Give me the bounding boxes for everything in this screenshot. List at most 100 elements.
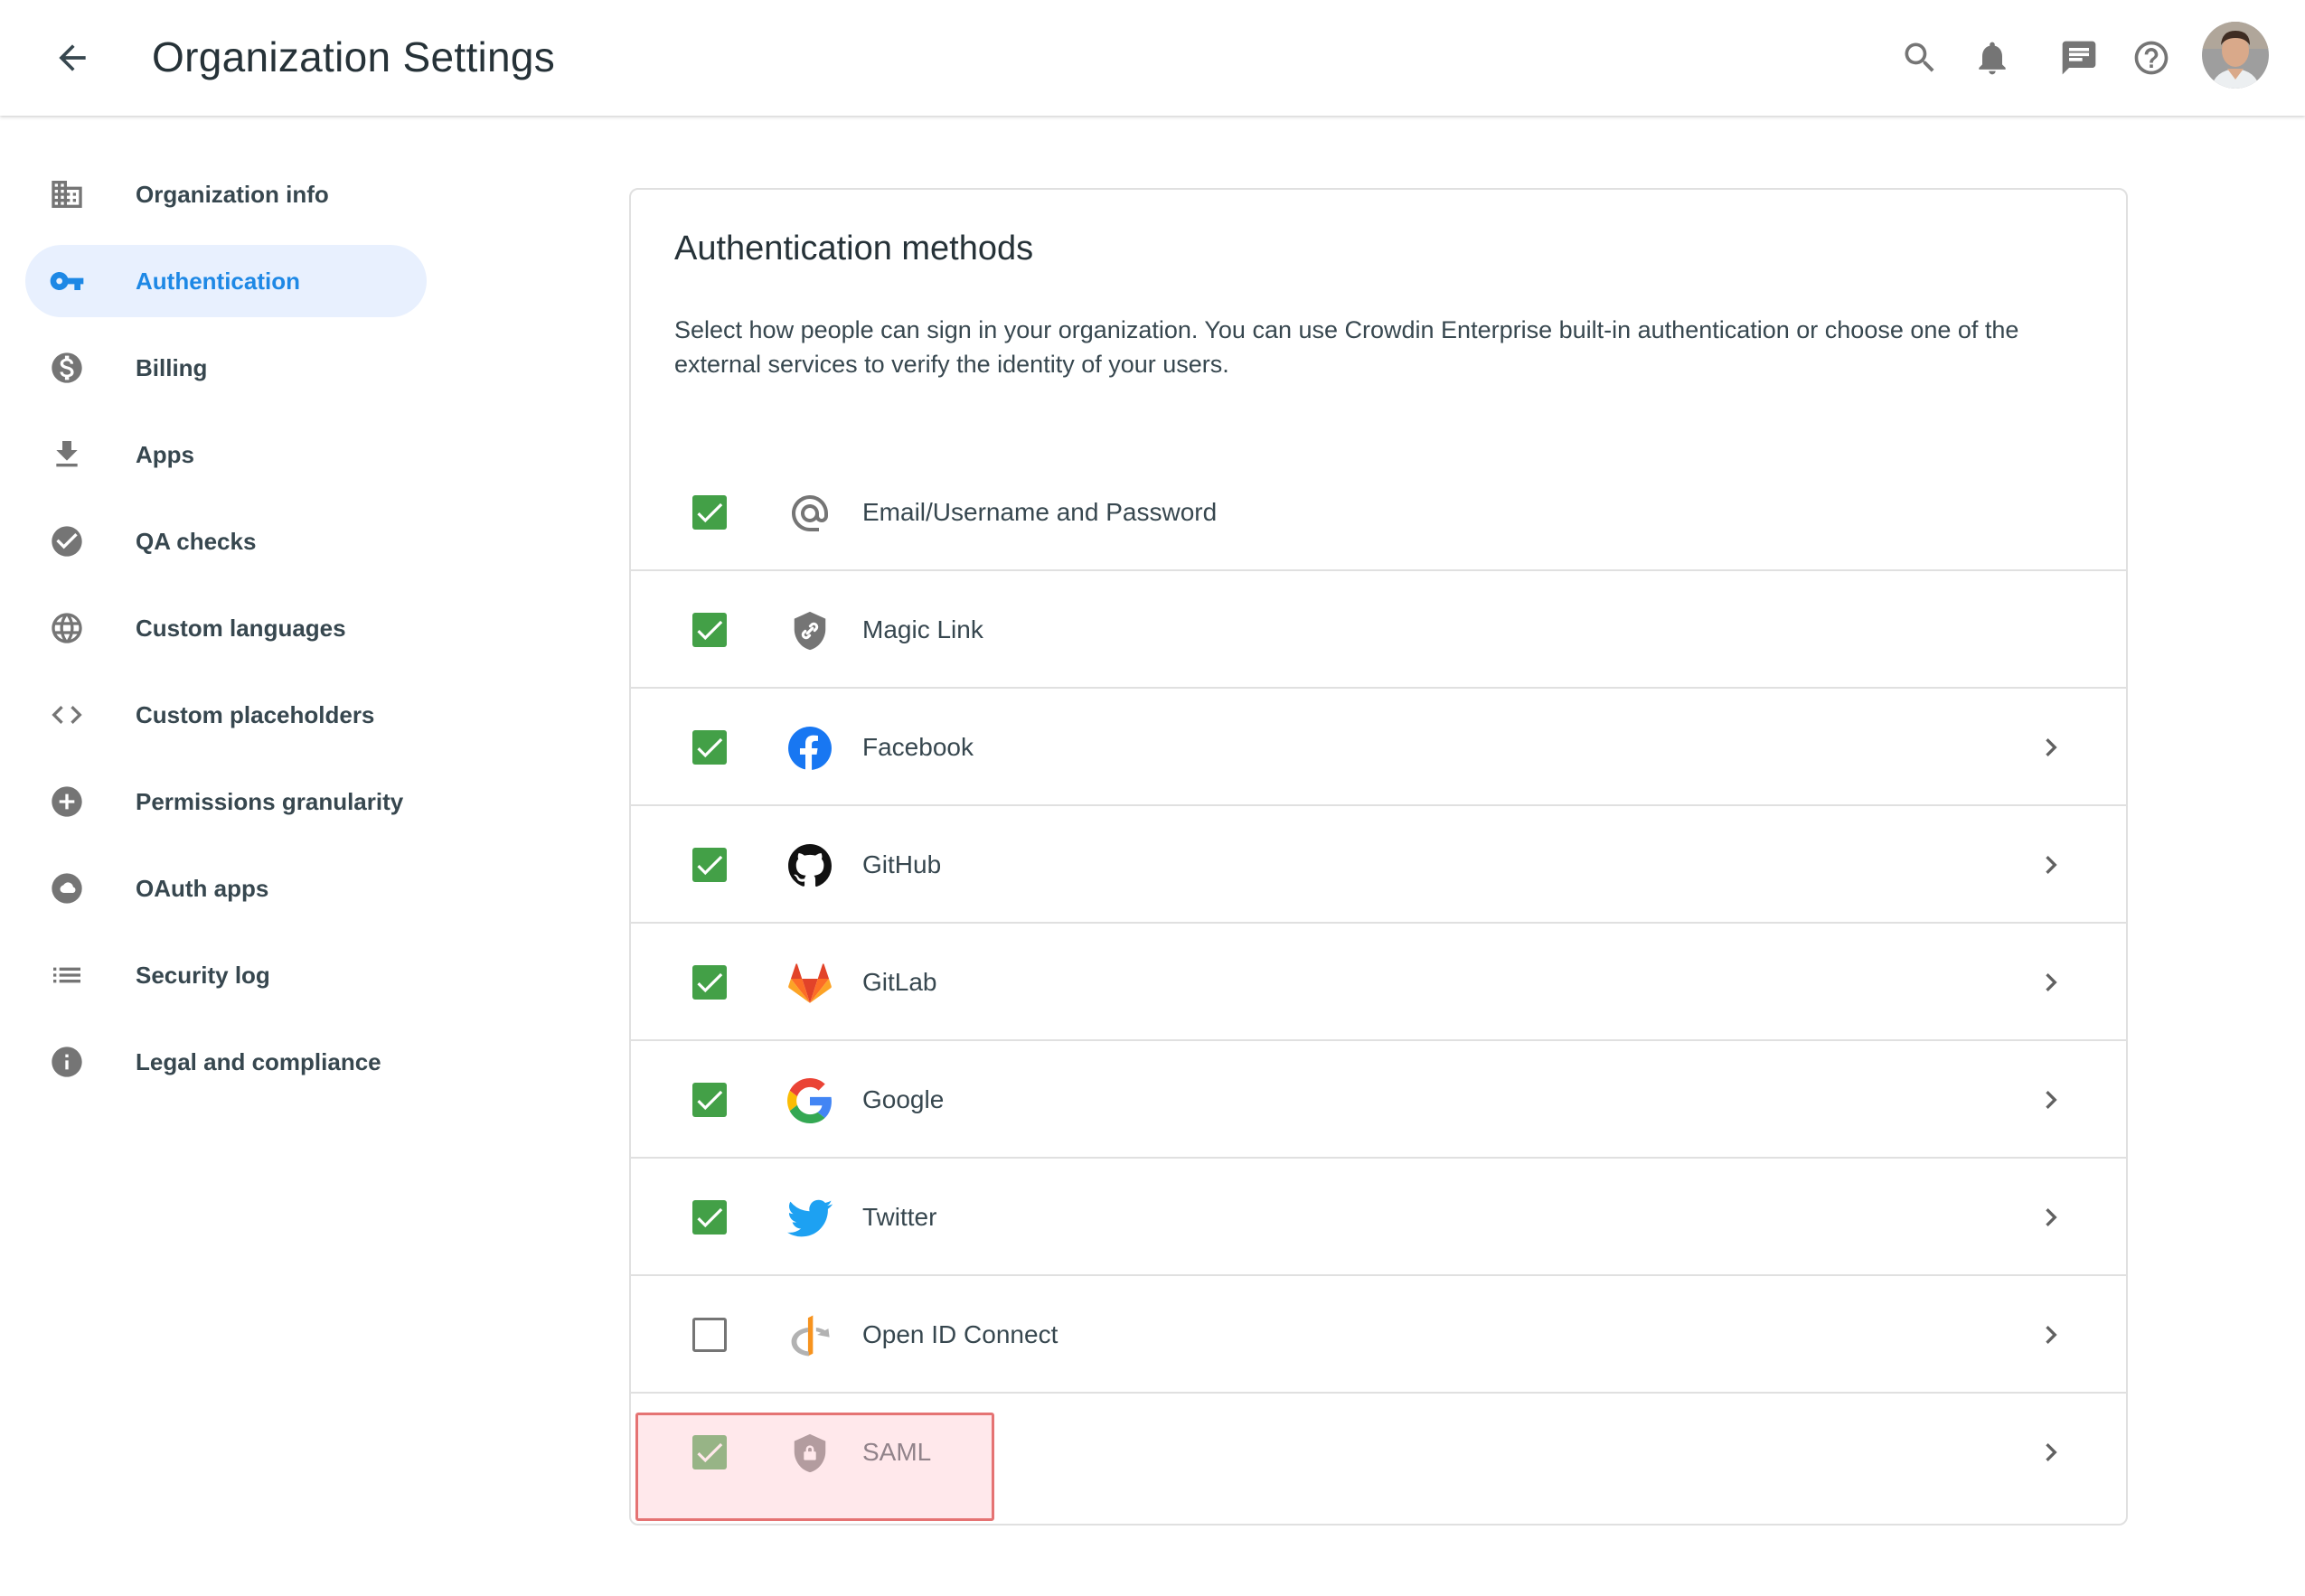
search-button[interactable]	[1895, 33, 1945, 83]
info-icon	[49, 1044, 85, 1080]
top-app-bar: Organization Settings	[0, 0, 2305, 116]
method-label: Open ID Connect	[862, 1320, 1058, 1348]
shield-lock-icon	[786, 1430, 833, 1477]
method-checkbox[interactable]	[692, 1435, 727, 1469]
google-icon	[786, 1077, 833, 1124]
check-circle-icon	[49, 523, 85, 559]
at-sign-icon	[786, 490, 833, 537]
method-checkbox[interactable]	[692, 1200, 727, 1235]
openid-icon	[786, 1312, 833, 1359]
chevron-right-icon[interactable]	[2032, 1433, 2070, 1471]
checkmark-icon	[697, 972, 723, 993]
sidebar-item-label: Custom languages	[136, 615, 346, 642]
plus-circle-icon	[49, 784, 85, 820]
method-checkbox[interactable]	[692, 1318, 727, 1352]
method-row-github[interactable]: GitHub	[631, 806, 2126, 924]
sidebar-item-label: Permissions granularity	[136, 788, 404, 815]
card-title: Authentication methods	[674, 230, 1034, 268]
checkmark-icon	[697, 1207, 723, 1228]
arrow-back-icon	[59, 44, 86, 71]
sidebar-item-billing[interactable]: Billing	[25, 332, 427, 404]
download-icon	[49, 437, 85, 473]
method-label: GitLab	[862, 968, 937, 996]
card-description: Select how people can sign in your organ…	[674, 316, 2019, 378]
key-icon	[49, 263, 85, 299]
help-button[interactable]	[2126, 33, 2177, 83]
method-label: Google	[862, 1085, 945, 1113]
help-icon	[2134, 41, 2169, 75]
method-row-facebook[interactable]: Facebook	[631, 689, 2126, 806]
messages-button[interactable]	[2054, 33, 2104, 83]
method-checkbox[interactable]	[692, 495, 727, 530]
building-icon	[49, 176, 85, 212]
search-icon	[1905, 42, 1934, 72]
sidebar-item-legal-and-compliance[interactable]: Legal and compliance	[25, 1026, 427, 1098]
sidebar-item-permissions-granularity[interactable]: Permissions granularity	[25, 765, 427, 838]
method-label: GitHub	[862, 850, 942, 878]
method-label: Magic Link	[862, 615, 983, 643]
method-checkbox[interactable]	[692, 613, 727, 647]
method-label: Email/Username and Password	[862, 498, 1218, 526]
method-checkbox[interactable]	[692, 965, 727, 1000]
method-label: Facebook	[862, 733, 974, 761]
method-row-gitlab[interactable]: GitLab	[631, 924, 2126, 1041]
sidebar-item-label: OAuth apps	[136, 875, 269, 902]
sidebar-item-organization-info[interactable]: Organization info	[25, 158, 427, 230]
checkmark-icon	[697, 1442, 723, 1463]
notifications-button[interactable]	[1967, 33, 2018, 83]
page-title: Organization Settings	[152, 33, 556, 80]
avatar[interactable]	[2202, 22, 2269, 89]
authentication-methods-card: Authentication methods Select how people…	[629, 188, 2128, 1526]
sidebar-item-label: Legal and compliance	[136, 1048, 381, 1075]
sidebar-item-label: Apps	[136, 441, 194, 468]
chat-icon	[2062, 41, 2096, 75]
chevron-right-icon[interactable]	[2032, 963, 2070, 1001]
sidebar-item-qa-checks[interactable]: QA checks	[25, 505, 427, 577]
cloud-icon	[49, 870, 85, 906]
chevron-right-icon[interactable]	[2032, 846, 2070, 884]
chevron-right-icon[interactable]	[2032, 1198, 2070, 1236]
github-icon	[786, 842, 833, 889]
method-row-saml[interactable]: SAML	[631, 1394, 2126, 1511]
checkmark-icon	[697, 620, 723, 641]
method-checkbox[interactable]	[692, 1083, 727, 1117]
sidebar-item-label: QA checks	[136, 528, 257, 555]
sidebar-item-label: Security log	[136, 962, 270, 989]
checkmark-icon	[697, 737, 723, 758]
facebook-icon	[786, 725, 833, 772]
sidebar-item-custom-placeholders[interactable]: Custom placeholders	[25, 679, 427, 751]
method-checkbox[interactable]	[692, 848, 727, 882]
method-row-open-id-connect[interactable]: Open ID Connect	[631, 1276, 2126, 1394]
sidebar-item-oauth-apps[interactable]: OAuth apps	[25, 852, 427, 925]
bell-icon	[1979, 42, 2006, 75]
user-avatar-icon	[2202, 22, 2269, 89]
sidebar-item-label: Custom placeholders	[136, 701, 375, 728]
sidebar-item-security-log[interactable]: Security log	[25, 939, 427, 1011]
checkmark-icon	[697, 1090, 723, 1111]
method-checkbox[interactable]	[692, 730, 727, 765]
sidebar-item-custom-languages[interactable]: Custom languages	[25, 592, 427, 664]
method-row-email[interactable]: Email/Username and Password	[631, 454, 2126, 571]
list-icon	[49, 957, 85, 993]
method-label: Twitter	[862, 1203, 937, 1231]
sidebar-item-authentication[interactable]: Authentication	[25, 245, 427, 317]
checkmark-icon	[697, 855, 723, 876]
method-label: SAML	[862, 1438, 932, 1466]
method-row-google[interactable]: Google	[631, 1041, 2126, 1159]
sidebar-item-label: Billing	[136, 354, 208, 381]
back-button[interactable]	[47, 33, 98, 83]
shield-link-icon	[786, 607, 833, 654]
dollar-icon	[49, 350, 85, 386]
chevron-right-icon[interactable]	[2032, 1081, 2070, 1119]
twitter-icon	[786, 1195, 833, 1242]
sidebar-item-label: Organization info	[136, 181, 329, 208]
sidebar-item-apps[interactable]: Apps	[25, 418, 427, 491]
gitlab-icon	[786, 960, 833, 1007]
chevron-right-icon[interactable]	[2032, 728, 2070, 766]
method-row-twitter[interactable]: Twitter	[631, 1159, 2126, 1276]
chevron-right-icon[interactable]	[2032, 1316, 2070, 1354]
method-row-magic-link[interactable]: Magic Link	[631, 571, 2126, 689]
code-icon	[49, 697, 85, 733]
checkmark-icon	[697, 502, 723, 523]
globe-icon	[49, 610, 85, 646]
